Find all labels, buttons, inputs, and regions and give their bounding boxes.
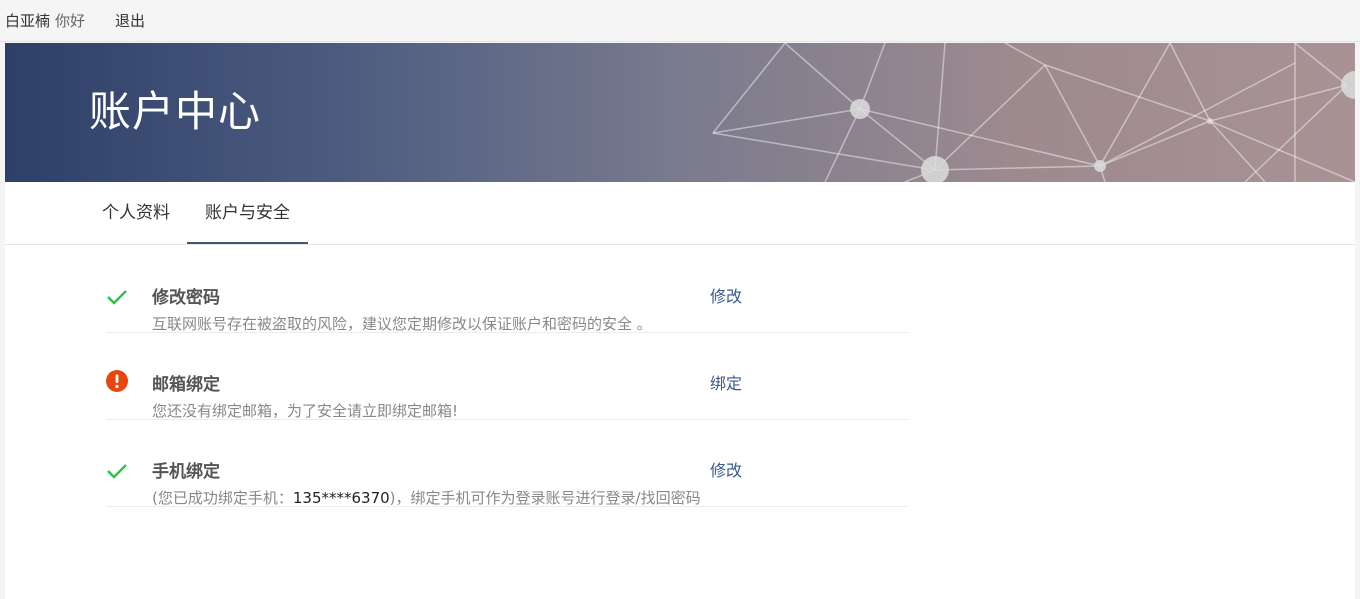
banner: 账户中心 xyxy=(5,43,1355,182)
check-icon xyxy=(106,286,128,308)
username: 白亚楠 xyxy=(5,12,51,30)
greeting-text: 你好 xyxy=(55,12,86,30)
warning-icon xyxy=(106,370,128,392)
item-title: 修改密码 xyxy=(152,288,220,308)
modify-phone-link[interactable]: 修改 xyxy=(710,457,742,481)
item-description: 互联网账号存在被盗取的风险，建议您定期修改以保证账户和密码的安全 。 xyxy=(152,315,652,333)
top-bar: 白亚楠 你好 退出 xyxy=(0,0,1360,42)
logout-link[interactable]: 退出 xyxy=(115,10,145,31)
page-title: 账户中心 xyxy=(89,87,262,136)
security-item-email: 邮箱绑定 您还没有绑定邮箱，为了安全请立即绑定邮箱! 绑定 xyxy=(106,332,908,420)
check-icon xyxy=(106,460,128,482)
description-prefix: (您已成功绑定手机： xyxy=(152,489,293,507)
item-description: (您已成功绑定手机：135****6370)，绑定手机可作为登录账号进行登录/找… xyxy=(152,487,701,508)
bind-email-link[interactable]: 绑定 xyxy=(710,370,742,394)
security-item-password: 修改密码 互联网账号存在被盗取的风险，建议您定期修改以保证账户和密码的安全 。 … xyxy=(106,245,908,333)
user-greeting: 白亚楠 你好 xyxy=(5,10,85,31)
modify-password-link[interactable]: 修改 xyxy=(710,283,742,307)
tab-bar: 个人资料 账户与安全 xyxy=(5,182,1355,245)
item-description: 您还没有绑定邮箱，为了安全请立即绑定邮箱! xyxy=(152,402,459,420)
item-title: 手机绑定 xyxy=(152,462,220,482)
bound-phone-number: 135****6370 xyxy=(292,489,390,507)
tab-account-security[interactable]: 账户与安全 xyxy=(187,182,308,244)
security-item-phone: 手机绑定 (您已成功绑定手机：135****6370)，绑定手机可作为登录账号进… xyxy=(106,419,908,507)
account-center-card: 账户中心 个人资料 账户与安全 修改密码 互联网账号存在被盗取的风险，建议您定期… xyxy=(5,43,1355,599)
item-title: 邮箱绑定 xyxy=(152,375,220,395)
tab-profile[interactable]: 个人资料 xyxy=(99,182,173,244)
description-suffix: )，绑定手机可作为登录账号进行登录/找回密码 xyxy=(389,489,701,507)
